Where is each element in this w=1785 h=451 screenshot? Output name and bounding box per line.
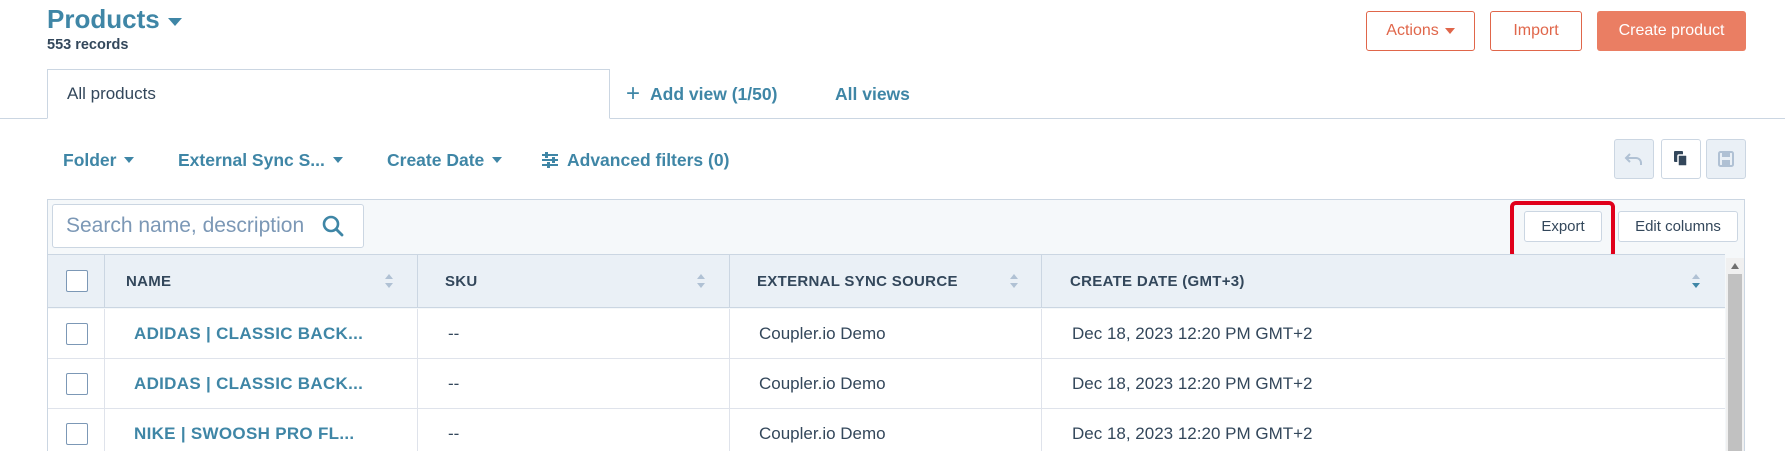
row-checkbox[interactable] xyxy=(66,372,88,395)
column-divider xyxy=(104,255,105,307)
product-name-link[interactable]: ADIDAS | CLASSIC BACK... xyxy=(134,309,363,358)
filter-folder[interactable]: Folder xyxy=(63,148,135,172)
filter-create-date[interactable]: Create Date xyxy=(387,148,503,172)
all-views-label: All views xyxy=(835,83,910,104)
undo-button[interactable] xyxy=(1614,139,1654,179)
product-name-link[interactable]: ADIDAS | CLASSIC BACK... xyxy=(134,359,363,408)
save-view-button[interactable] xyxy=(1706,139,1746,179)
column-header-label: SKU xyxy=(445,272,478,290)
import-label: Import xyxy=(1513,22,1559,39)
caret-down-icon xyxy=(1444,28,1455,34)
all-views-link[interactable]: All views xyxy=(835,69,910,119)
tab-all-products[interactable]: All products xyxy=(47,69,610,119)
column-header-label: EXTERNAL SYNC SOURCE xyxy=(757,272,958,290)
advanced-filters-label: Advanced filters (0) xyxy=(567,149,730,170)
caret-down-icon xyxy=(332,157,343,163)
sku-cell: -- xyxy=(448,373,460,393)
sort-icon[interactable] xyxy=(384,272,394,290)
table-header: NAME SKU EXTERNAL SYNC SOURCE CREATE DAT… xyxy=(48,254,1725,308)
select-all-checkbox[interactable] xyxy=(66,270,88,292)
caret-down-icon xyxy=(167,17,182,26)
column-divider xyxy=(1041,255,1042,307)
filter-external-sync[interactable]: External Sync S... xyxy=(178,148,343,172)
column-header-label: CREATE DATE (GMT+3) xyxy=(1070,272,1245,290)
caret-down-icon xyxy=(492,157,503,163)
filter-folder-label: Folder xyxy=(63,149,117,170)
sort-descending-icon[interactable] xyxy=(1691,272,1701,290)
export-highlight-box xyxy=(1510,201,1615,259)
column-header-create-date[interactable]: CREATE DATE (GMT+3) xyxy=(1070,255,1245,307)
search-input[interactable] xyxy=(66,214,316,238)
plus-icon: + xyxy=(626,80,641,107)
create-date-cell: Dec 18, 2023 12:20 PM GMT+2 xyxy=(1072,373,1313,393)
column-divider xyxy=(417,255,418,307)
column-header-label: NAME xyxy=(126,272,172,290)
create-date-cell: Dec 18, 2023 12:20 PM GMT+2 xyxy=(1072,423,1313,443)
sliders-icon xyxy=(542,152,558,168)
sort-icon[interactable] xyxy=(1009,272,1019,290)
add-view-button[interactable]: + Add view (1/50) xyxy=(626,69,777,119)
scroll-up-arrow-icon[interactable] xyxy=(1729,261,1741,271)
sync-source-cell: Coupler.io Demo xyxy=(759,323,886,343)
filter-create-date-label: Create Date xyxy=(387,149,485,170)
table-row[interactable]: NIKE | SWOOSH PRO FL... -- Coupler.io De… xyxy=(48,409,1725,451)
select-all-checkbox-cell[interactable] xyxy=(66,255,88,307)
row-checkbox[interactable] xyxy=(66,422,88,445)
copy-icon xyxy=(1674,151,1688,167)
caret-down-icon xyxy=(124,157,135,163)
tab-label: All products xyxy=(67,84,156,103)
save-icon xyxy=(1718,151,1734,167)
page-title-dropdown[interactable]: Products xyxy=(47,4,182,35)
column-header-name[interactable]: NAME xyxy=(126,255,171,307)
undo-icon xyxy=(1624,153,1642,165)
product-name-link[interactable]: NIKE | SWOOSH PRO FL... xyxy=(134,409,354,451)
search-icon[interactable] xyxy=(322,215,344,237)
table-row[interactable]: ADIDAS | CLASSIC BACK... -- Coupler.io D… xyxy=(48,309,1725,359)
table-row[interactable]: ADIDAS | CLASSIC BACK... -- Coupler.io D… xyxy=(48,359,1725,409)
sync-source-cell: Coupler.io Demo xyxy=(759,423,886,443)
sync-source-cell: Coupler.io Demo xyxy=(759,373,886,393)
create-product-label: Create product xyxy=(1618,22,1725,39)
column-header-external-sync-source[interactable]: EXTERNAL SYNC SOURCE xyxy=(757,255,958,307)
column-divider xyxy=(729,255,730,307)
row-checkbox[interactable] xyxy=(66,322,88,345)
column-header-sku[interactable]: SKU xyxy=(445,255,478,307)
sku-cell: -- xyxy=(448,423,460,443)
advanced-filters-button[interactable]: Advanced filters (0) xyxy=(541,148,729,172)
record-count: 553 records xyxy=(47,37,129,53)
page-title: Products xyxy=(47,4,160,34)
sort-icon[interactable] xyxy=(696,272,706,290)
edit-columns-button[interactable]: Edit columns xyxy=(1618,211,1738,242)
create-product-button[interactable]: Create product xyxy=(1597,11,1746,51)
actions-label: Actions xyxy=(1386,22,1439,39)
sku-cell: -- xyxy=(448,323,460,343)
filter-external-sync-label: External Sync S... xyxy=(178,149,325,170)
actions-button[interactable]: Actions xyxy=(1366,11,1475,51)
clone-view-button[interactable] xyxy=(1661,139,1701,179)
scrollbar-thumb[interactable] xyxy=(1728,274,1742,451)
edit-columns-label: Edit columns xyxy=(1635,218,1721,235)
create-date-cell: Dec 18, 2023 12:20 PM GMT+2 xyxy=(1072,323,1313,343)
add-view-label: Add view (1/50) xyxy=(650,83,778,104)
search-box[interactable] xyxy=(52,204,364,248)
import-button[interactable]: Import xyxy=(1490,11,1582,51)
